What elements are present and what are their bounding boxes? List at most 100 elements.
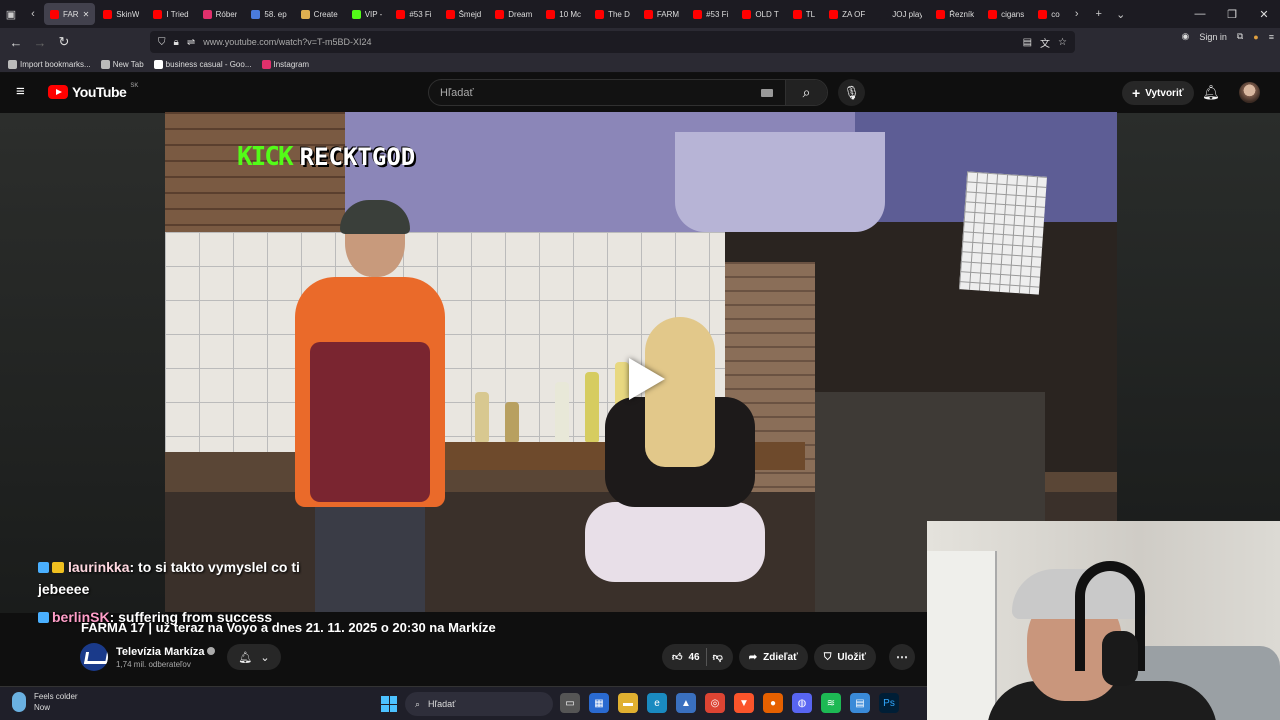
- like-count[interactable]: 46: [688, 652, 699, 663]
- browser-tab[interactable]: Create: [295, 3, 344, 25]
- share-button[interactable]: ➦ Zdieľať: [738, 644, 808, 670]
- browser-tab[interactable]: cigans: [982, 3, 1030, 25]
- browser-tab[interactable]: co: [1032, 3, 1065, 25]
- channel-name-row[interactable]: Televízia Markíza: [116, 646, 216, 658]
- profile-color-icon[interactable]: ●: [1253, 32, 1258, 42]
- account-icon[interactable]: ◉: [1181, 31, 1189, 42]
- brave-icon[interactable]: ▼: [734, 693, 754, 713]
- discord-icon[interactable]: ◍: [792, 693, 812, 713]
- taskbar-search-placeholder: Hľadať: [428, 699, 456, 709]
- browser-tab[interactable]: Róber: [197, 3, 244, 25]
- hamburger-menu-icon[interactable]: ≡: [16, 84, 30, 99]
- maximize-icon[interactable]: ❐: [1216, 0, 1248, 28]
- browser-tab[interactable]: The D: [589, 3, 636, 25]
- reload-icon[interactable]: ↻: [52, 34, 76, 50]
- more-actions-icon[interactable]: ⋯: [889, 644, 915, 670]
- browser-tab[interactable]: ZA OF: [823, 3, 871, 25]
- photoshop-icon[interactable]: Ps: [879, 693, 899, 713]
- browser-tab[interactable]: 58. ep: [245, 3, 292, 25]
- bottle: [475, 392, 489, 442]
- browser-tab[interactable]: Řezník: [930, 3, 980, 25]
- taskbar-search[interactable]: ⌕ Hľadať: [405, 692, 553, 716]
- reader-view-icon[interactable]: ▤: [1023, 37, 1032, 48]
- extensions-icon[interactable]: ⧉: [1237, 31, 1243, 42]
- spotify-icon[interactable]: ≋: [821, 693, 841, 713]
- video-title: FARMA 17 | už teraz na Voyo a dnes 21. 1…: [81, 620, 496, 635]
- ambient-background-right: [1117, 113, 1280, 523]
- keyboard-icon[interactable]: [761, 88, 773, 97]
- voice-search-icon[interactable]: 🎙︎: [838, 79, 865, 106]
- man-hat: [340, 200, 410, 234]
- weather-widget[interactable]: Feels colder Now: [12, 691, 78, 713]
- browser-tab[interactable]: VIP -: [346, 3, 389, 25]
- avatar[interactable]: [1239, 82, 1260, 103]
- translate-icon[interactable]: 文: [1040, 35, 1050, 50]
- browser-tab[interactable]: SkinW: [97, 3, 145, 25]
- notepad-icon[interactable]: ▤: [850, 693, 870, 713]
- search-input[interactable]: Hľadať: [429, 87, 761, 99]
- windows-start-icon[interactable]: [381, 696, 397, 712]
- youtube-logo[interactable]: YouTube SK: [48, 83, 138, 100]
- close-tab-icon[interactable]: ✕: [83, 10, 90, 19]
- bookmark-item[interactable]: business casual - Goo...: [153, 59, 252, 69]
- browser-tab[interactable]: 10 Mc: [540, 3, 587, 25]
- browser-tab[interactable]: Šmejd: [440, 3, 488, 25]
- new-tab-icon[interactable]: +: [1088, 8, 1110, 20]
- tab-list-icon[interactable]: ▣: [0, 8, 22, 21]
- woman-legs: [585, 502, 765, 582]
- shield-icon[interactable]: ⛉: [158, 37, 166, 48]
- subscribed-bell-button[interactable]: 🔔︎ ⌄: [227, 644, 281, 670]
- back-icon[interactable]: ←: [4, 35, 28, 50]
- browser-tab[interactable]: JOJ play: [873, 3, 928, 25]
- play-icon[interactable]: [620, 357, 674, 401]
- bookmark-item[interactable]: Import bookmarks...: [8, 59, 91, 69]
- browser-tab[interactable]: FAR ✕: [44, 3, 96, 25]
- tab-label: Řezník: [949, 9, 975, 19]
- url-text[interactable]: www.youtube.com/watch?v=T-m5BD-XI24: [203, 37, 371, 47]
- like-icon[interactable]: 👍︎: [672, 651, 682, 663]
- tab-overflow-icon[interactable]: ⌄: [1110, 8, 1132, 21]
- forward-icon[interactable]: →: [28, 35, 52, 50]
- browser-tab[interactable]: Dream: [489, 3, 538, 25]
- browser-tab[interactable]: #53 Fi: [687, 3, 734, 25]
- sign-in-link[interactable]: Sign in: [1199, 32, 1227, 42]
- tab-favicon-icon: [879, 9, 889, 19]
- browser-tab[interactable]: FARM: [638, 3, 685, 25]
- create-button[interactable]: + Vytvoriť: [1122, 81, 1194, 105]
- tab-favicon-icon: [300, 9, 310, 19]
- menu-icon[interactable]: ≡: [1269, 32, 1274, 42]
- like-dislike-group: 👍︎ 46 👎︎: [662, 644, 733, 670]
- dislike-icon[interactable]: 👎︎: [713, 651, 723, 663]
- divider: [705, 648, 707, 666]
- channel-name[interactable]: Televízia Markíza: [116, 646, 204, 658]
- close-window-icon[interactable]: ✕: [1248, 0, 1280, 28]
- address-bar[interactable]: ⛉ 🔒︎ ⇌ www.youtube.com/watch?v=T-m5BD-XI…: [150, 31, 1075, 53]
- task-view-icon[interactable]: ▭: [560, 693, 580, 713]
- bookmark-item[interactable]: Instagram: [261, 59, 310, 69]
- tab-favicon-icon: [50, 9, 59, 19]
- channel-avatar[interactable]: [80, 643, 108, 671]
- browser-tab[interactable]: TL: [787, 3, 821, 25]
- browser-tab[interactable]: #53 Fi: [390, 3, 437, 25]
- firefox-icon[interactable]: ●: [763, 693, 783, 713]
- chrome-icon[interactable]: ◎: [705, 693, 725, 713]
- save-button[interactable]: ⛉ Uložiť: [813, 644, 877, 670]
- tab-favicon-icon: [792, 9, 802, 19]
- store-icon[interactable]: ▦: [589, 693, 609, 713]
- edge-icon[interactable]: e: [647, 693, 667, 713]
- bookmark-label: Instagram: [273, 59, 310, 69]
- search-button[interactable]: ⌕: [785, 80, 827, 105]
- bookmark-star-icon[interactable]: ☆: [1058, 37, 1067, 48]
- bookmark-item[interactable]: New Tab: [100, 59, 144, 69]
- lock-icon[interactable]: 🔒︎: [174, 37, 179, 48]
- permissions-icon[interactable]: ⇌: [187, 37, 195, 48]
- browser-tab[interactable]: OLD T: [736, 3, 784, 25]
- notifications-icon[interactable]: 🔔︎: [1202, 84, 1220, 101]
- minimize-icon[interactable]: —: [1184, 0, 1216, 28]
- browser-tab[interactable]: I Tried: [147, 3, 194, 25]
- tab-scroll-left-icon[interactable]: ‹: [22, 8, 44, 20]
- file-explorer-icon[interactable]: ▬: [618, 693, 638, 713]
- tab-scroll-right-icon[interactable]: ›: [1066, 8, 1088, 20]
- photos-icon[interactable]: ▲: [676, 693, 696, 713]
- search-box[interactable]: Hľadať ⌕: [428, 79, 828, 106]
